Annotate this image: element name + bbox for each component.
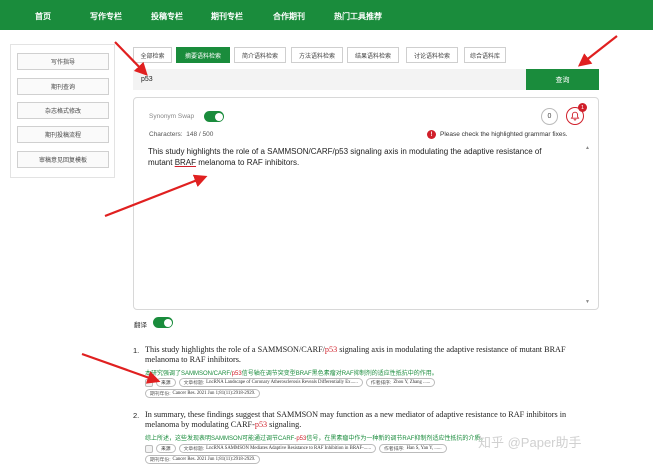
editor-textarea[interactable]: This study highlights the role of a SAMM… (148, 147, 568, 168)
journal-label: 期刊年份: (150, 392, 171, 397)
sidebar-item-format-edit[interactable]: 杂志格式修改 (17, 102, 109, 119)
source-label: 来源 (161, 381, 171, 386)
character-count: Characters: 148 / 500 (149, 131, 213, 138)
grammar-highlight[interactable]: BRAF (175, 158, 196, 167)
result-meta-row: 来源 文章标题: LncRNA Landscape of Coronary Ath… (145, 378, 436, 387)
result-english: This study highlights the role of a SAMM… (145, 345, 600, 365)
sidebar-item-submission-process[interactable]: 期刊投稿流程 (17, 126, 109, 143)
translate-label: 翻译 (134, 322, 147, 329)
synonym-swap-toggle[interactable] (204, 111, 224, 122)
article-title-pill[interactable]: 文章标题: LncRNA SAMMSON Mediates Adaptive Re… (178, 444, 376, 453)
editor-scrollbar[interactable]: ▲ ▼ (585, 145, 591, 305)
journal-value: Cancer Res. 2021 Jun 1;81(11):2918-2929. (172, 457, 256, 462)
journal-value: Cancer Res. 2021 Jun 1;81(11):2918-2929. (172, 391, 256, 396)
editor-text-after: melanoma to RAF inhibitors. (196, 157, 300, 167)
notification-badge: 1 (578, 103, 587, 112)
result-number: 2. (133, 411, 140, 420)
nav-item-writing[interactable]: 写作专栏 (90, 11, 122, 22)
nav-item-journals[interactable]: 期刊专栏 (211, 11, 243, 22)
source-label: 来源 (161, 447, 171, 452)
result-zh-text: 本研究强调了SAMMSON/CARF/ (145, 371, 232, 377)
grammar-warning-text: Please check the highlighted grammar fix… (440, 131, 568, 138)
tab-all-search[interactable]: 全部检索 (133, 47, 172, 63)
author-value: Zhou Y, Zhang ...... (393, 380, 431, 385)
result-en-text: This study highlights the role of a SAMM… (145, 345, 325, 354)
journal-pill[interactable]: 期刊年份: Cancer Res. 2021 Jun 1;81(11):2918-… (145, 455, 261, 464)
characters-label: Characters: (149, 131, 183, 138)
article-title-pill[interactable]: 文章标题: LncRNA Landscape of Coronary Athero… (178, 378, 363, 387)
nav-item-home[interactable]: 首页 (35, 11, 51, 22)
top-nav: 首页 写作专栏 投稿专栏 期刊专栏 合作期刊 热门工具推荐 (0, 0, 653, 30)
tab-intro-search[interactable]: 简介语料检索 (234, 47, 286, 63)
tab-discussion-search[interactable]: 讨论语料检索 (406, 47, 458, 63)
scroll-down-icon[interactable]: ▼ (585, 299, 590, 305)
warning-icon: ! (427, 130, 436, 139)
result-number: 1. (133, 346, 140, 355)
author-pill[interactable]: 作者排序: Han S, Yan Y, ...... (378, 444, 447, 453)
result-zh-text: 信号轴在调节突变型BRAF黑色素瘤对RAF抑制剂的适应性抵抗中的作用。 (241, 371, 438, 377)
result-keyword: p53 (231, 371, 242, 377)
nav-item-partner-journals[interactable]: 合作期刊 (273, 11, 305, 22)
scroll-up-icon[interactable]: ▲ (585, 145, 590, 151)
result-meta-row: 期刊年份: Cancer Res. 2021 Jun 1;81(11):2918-… (145, 389, 261, 398)
result-en-text: signaling. (267, 420, 302, 429)
result-meta-row: 期刊年份: Cancer Res. 2021 Jun 1;81(11):2918-… (145, 455, 261, 464)
title-label: 文章标题: (183, 381, 205, 386)
sidebar-item-writing-guide[interactable]: 写作指导 (17, 53, 109, 70)
search-button[interactable]: 查询 (526, 69, 599, 90)
author-pill[interactable]: 作者排序: Zhou Y, Zhang ...... (365, 378, 436, 387)
source-pill[interactable]: 来源 (156, 378, 176, 387)
result-keyword: p53 (324, 345, 338, 354)
issue-counter[interactable]: 0 (541, 108, 558, 125)
result-chinese: 综上所述，这些发现表明SAMMSON可能通过调节CARF-p53信号，在黑素瘤中… (145, 433, 486, 442)
title-value: LncRNA Landscape of Coronary Atheroscler… (206, 380, 358, 385)
author-value: Han S, Yan Y, ...... (406, 446, 442, 451)
page: 首页 写作专栏 投稿专栏 期刊专栏 合作期刊 热门工具推荐 写作指导 期刊查询 … (0, 0, 653, 469)
characters-value: 148 / 500 (186, 131, 214, 138)
result-keyword: p53 (296, 436, 307, 442)
author-label: 作者排序: (370, 381, 392, 386)
tab-corpus[interactable]: 综合语料库 (464, 47, 506, 63)
result-zh-text: 综上所述，这些发现表明SAMMSON可能通过调节CARF- (145, 436, 297, 442)
result-en-text: In summary, these findings suggest that … (145, 410, 567, 429)
watermark: 知乎 @Paper助手 (478, 435, 582, 450)
tab-abstract-search[interactable]: 摘要语料检索 (176, 47, 230, 63)
result-chinese: 本研究强调了SAMMSON/CARF/p53信号轴在调节突变型BRAF黑色素瘤对… (145, 368, 438, 377)
nav-item-submission[interactable]: 投稿专栏 (151, 11, 183, 22)
sidebar-item-review-reply-template[interactable]: 审稿意见回复模板 (17, 151, 109, 168)
search-input[interactable]: p53 (133, 69, 526, 90)
copy-icon[interactable] (145, 378, 153, 387)
sidebar: 写作指导 期刊查询 杂志格式修改 期刊投稿流程 审稿意见回复模板 (10, 44, 115, 178)
author-label: 作者排序: (383, 447, 405, 452)
result-keyword: p53 (254, 420, 268, 429)
tab-method-search[interactable]: 方法语料检索 (291, 47, 343, 63)
arrow-to-search-button (577, 35, 618, 67)
nav-item-popular-tools[interactable]: 热门工具推荐 (334, 11, 382, 22)
sidebar-item-journal-search[interactable]: 期刊查询 (17, 78, 109, 95)
journal-pill[interactable]: 期刊年份: Cancer Res. 2021 Jun 1;81(11):2918-… (145, 389, 261, 398)
translate-toggle[interactable] (153, 317, 173, 328)
source-pill[interactable]: 来源 (156, 444, 176, 453)
title-label: 文章标题: (183, 447, 205, 452)
synonym-swap-label: Synonym Swap (149, 113, 195, 120)
copy-icon[interactable] (145, 444, 153, 453)
title-value: LncRNA SAMMSON Mediates Adaptive Resista… (206, 446, 371, 451)
editor-panel: Synonym Swap Characters: 148 / 500 0 1 !… (133, 97, 599, 310)
bell-icon (570, 111, 580, 121)
tab-result-search[interactable]: 结果语料检索 (347, 47, 399, 63)
result-english: In summary, these findings suggest that … (145, 410, 600, 430)
journal-label: 期刊年份: (150, 458, 171, 463)
result-zh-text: 信号，在黑素瘤中作为一种新的调节RAF抑制剂适应性抵抗的介质。 (306, 436, 487, 442)
result-meta-row: 来源 文章标题: LncRNA SAMMSON Mediates Adaptive… (145, 444, 447, 453)
